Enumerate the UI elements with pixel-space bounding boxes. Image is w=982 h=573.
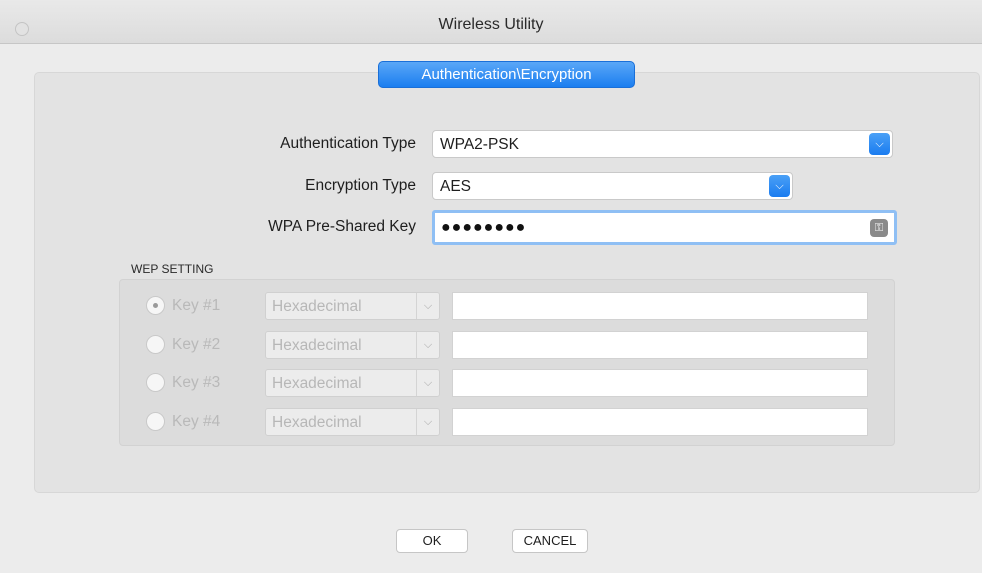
psk-value: ●●●●●●●●: [441, 219, 527, 236]
wep-key-3-input[interactable]: [452, 369, 868, 397]
auth-type-value: WPA2-PSK: [440, 136, 519, 153]
wep-key-1-label: Key #1: [172, 297, 221, 314]
psk-label: WPA Pre-Shared Key: [268, 218, 416, 235]
chevron-down-icon[interactable]: ⌵: [417, 409, 439, 435]
wep-key-3-format-select[interactable]: Hexadecimal ⌵: [265, 369, 440, 397]
wep-key-2-format-select[interactable]: Hexadecimal ⌵: [265, 331, 440, 359]
wep-key-1-format: Hexadecimal: [272, 298, 362, 315]
auth-type-label: Authentication Type: [280, 135, 416, 152]
wep-key-1-input[interactable]: [452, 292, 868, 320]
enc-type-label: Encryption Type: [305, 177, 416, 194]
wep-key-2-label: Key #2: [172, 336, 221, 353]
window-title: Wireless Utility: [438, 16, 544, 33]
wep-key-4-input[interactable]: [452, 408, 868, 436]
wep-key-3-format: Hexadecimal: [272, 375, 362, 392]
chevron-down-icon[interactable]: ⌵: [417, 332, 439, 358]
wep-section-title: WEP SETTING: [131, 262, 214, 276]
wep-key-2-input[interactable]: [452, 331, 868, 359]
key-icon[interactable]: ⚿: [870, 219, 888, 237]
ok-button[interactable]: OK: [396, 529, 468, 553]
chevron-down-icon[interactable]: ⌵: [417, 370, 439, 396]
radio-icon[interactable]: [146, 412, 165, 431]
psk-input[interactable]: ●●●●●●●● ⚿: [432, 210, 897, 245]
enc-type-value: AES: [440, 178, 472, 195]
radio-icon[interactable]: [146, 373, 165, 392]
wep-key-1-format-select[interactable]: Hexadecimal ⌵: [265, 292, 440, 320]
enc-type-select[interactable]: AES ⌵: [432, 172, 793, 200]
cancel-button[interactable]: CANCEL: [512, 529, 588, 553]
wep-key-4-label: Key #4: [172, 413, 221, 430]
wep-key-4-format: Hexadecimal: [272, 414, 362, 431]
chevron-down-icon[interactable]: ⌵: [769, 175, 790, 197]
title-bar: Wireless Utility: [0, 0, 982, 44]
wep-key-2-format: Hexadecimal: [272, 337, 362, 354]
radio-selected-icon[interactable]: [146, 296, 165, 315]
wep-key-3-label: Key #3: [172, 374, 221, 391]
radio-icon[interactable]: [146, 335, 165, 354]
wep-key-4-format-select[interactable]: Hexadecimal ⌵: [265, 408, 440, 436]
chevron-down-icon[interactable]: ⌵: [417, 293, 439, 319]
chevron-down-icon[interactable]: ⌵: [869, 133, 890, 155]
tab-authentication-encryption[interactable]: Authentication\Encryption: [378, 61, 635, 88]
auth-type-select[interactable]: WPA2-PSK ⌵: [432, 130, 893, 158]
